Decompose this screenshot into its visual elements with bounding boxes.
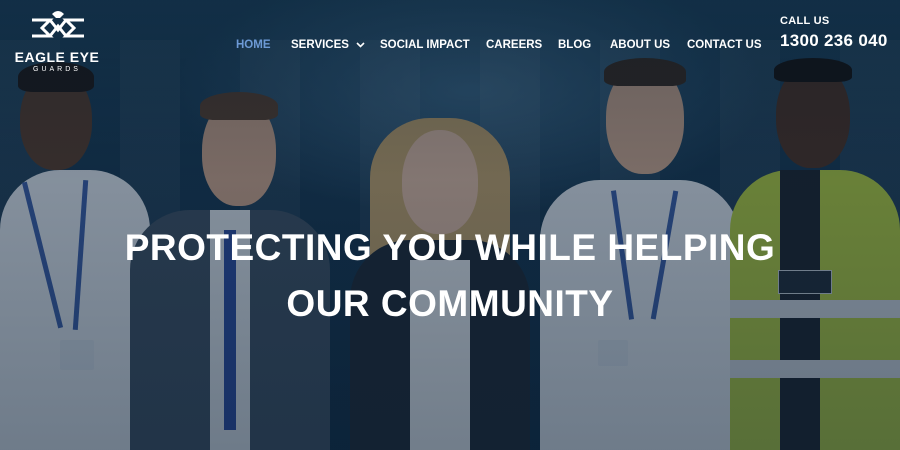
chevron-down-icon [356,42,365,48]
hero-headline-line-2: OUR COMMUNITY [286,283,614,324]
eagle-logo-icon [32,11,84,38]
nav-home[interactable]: HOME [236,38,271,52]
phone-number[interactable]: 1300 236 040 [780,31,888,51]
call-us-block[interactable]: CALL US 1300 236 040 [780,15,888,51]
brand-tagline: GUARDS [33,66,81,73]
nav-about-us[interactable]: ABOUT US [610,38,670,52]
nav-blog[interactable]: BLOG [558,38,591,52]
call-us-label: CALL US [780,15,830,27]
nav-services[interactable]: SERVICES [291,38,365,52]
nav-social-impact[interactable]: SOCIAL IMPACT [380,38,470,52]
hero-headline: PROTECTING YOU WHILE HELPING OUR COMMUNI… [0,220,900,332]
brand-logo[interactable]: EAGLE EYE GUARDS [8,10,106,80]
brand-name: EAGLE EYE [14,49,100,65]
nav-contact-us[interactable]: CONTACT US [687,38,762,52]
nav-careers[interactable]: CAREERS [486,38,542,52]
hero-headline-line-1: PROTECTING YOU WHILE HELPING [124,227,776,268]
nav-services-label: SERVICES [291,39,349,51]
